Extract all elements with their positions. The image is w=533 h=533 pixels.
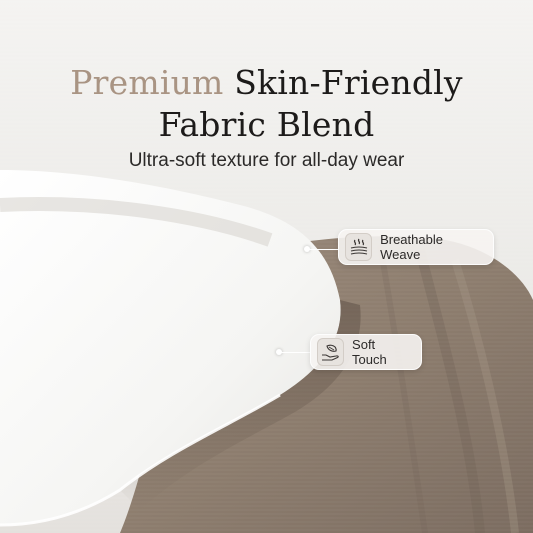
feature-label: Soft Touch	[352, 337, 387, 367]
feature-tag-breathable-weave: Breathable Weave	[338, 229, 494, 265]
soft-touch-icon	[317, 338, 345, 366]
headline-line-1-rest: Skin-Friendly	[234, 63, 463, 102]
subtitle: Ultra-soft texture for all-day wear	[128, 150, 405, 171]
headline-accent-word: Premium	[70, 63, 224, 102]
headline-line-2: Fabric Blend	[158, 105, 375, 144]
feature-label: Breathable Weave	[380, 232, 443, 262]
callout-line	[309, 249, 339, 250]
feature-tag-soft-touch: Soft Touch	[310, 334, 422, 370]
headline-line-1: Premium Skin-Friendly	[0, 62, 533, 104]
breathable-weave-icon	[345, 233, 373, 261]
callout-line	[281, 352, 311, 353]
